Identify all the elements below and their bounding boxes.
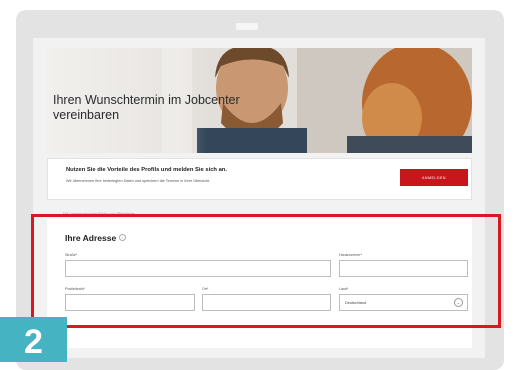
login-subtext: Wir übernehmen Ihre hinterlegten Daten u…	[66, 179, 211, 183]
login-card: Nutzen Sie die Vorteile des Profils und …	[47, 158, 472, 200]
login-button[interactable]: ANMELDEN	[400, 169, 468, 186]
step-number-badge: 2	[0, 317, 67, 362]
address-highlight-frame	[31, 214, 501, 328]
login-headline: Nutzen Sie die Vorteile des Profils und …	[66, 167, 227, 173]
page-title-line2: vereinbaren	[53, 108, 120, 122]
page-title-line1: Ihren Wunschtermin im Jobcenter	[53, 93, 240, 107]
page-title: Ihren Wunschtermin im Jobcenter vereinba…	[53, 93, 253, 123]
hero-banner: Ihren Wunschtermin im Jobcenter vereinba…	[47, 48, 472, 153]
camera-icon	[236, 23, 258, 30]
